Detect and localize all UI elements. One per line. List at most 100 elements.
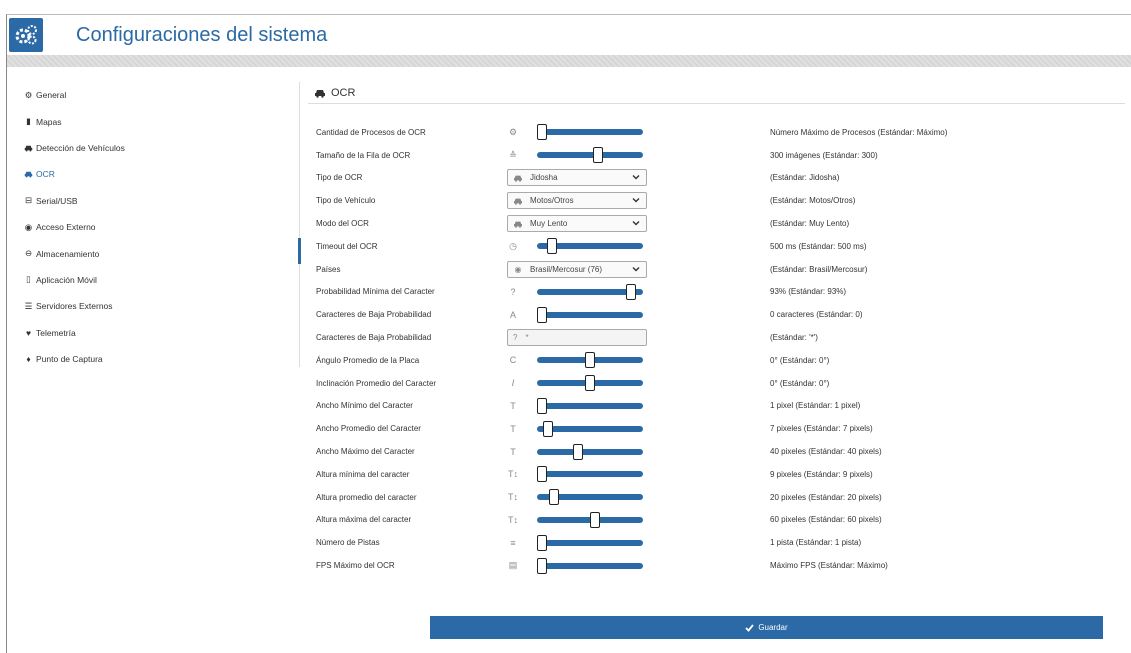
sidebar-item-telemetr-a[interactable]: ♥ Telemetría [24,320,299,346]
setting-row: Países ◉ Brasil/Mercosur (76) (Estándar: Br… [308,258,1125,281]
slider-handle[interactable] [573,443,584,460]
slider-handle[interactable] [546,238,557,255]
sidebar-item-servidores-externos[interactable]: ☰ Servidores Externos [24,293,299,319]
slider-handle[interactable] [548,489,559,506]
sidebar-item-detecci-n-de-veh-culos[interactable]: Detección de Vehículos [24,135,299,161]
setting-label: Timeout del OCR [316,241,378,251]
setting-slider[interactable] [537,283,643,300]
pin-icon: ♦ [26,354,31,365]
gears-logo-icon [9,18,43,52]
slider-track[interactable] [537,425,643,432]
setting-value: (Estándar: '*') [770,333,818,343]
setting-value: (Estándar: Motos/Otros) [770,196,856,206]
slider-track[interactable] [537,539,643,546]
slider-track[interactable] [537,471,643,478]
slider-handle[interactable] [537,534,547,551]
slider-track[interactable] [537,402,643,409]
slider-track[interactable] [537,152,643,159]
setting-row: Número de Pistas ≡ 1 pista (Estándar: 1 pi… [308,531,1125,554]
rotate-icon: C [509,355,517,366]
sidebar-item-aplicaci-n-m-vil[interactable]: ▯ Aplicación Móvil [24,267,299,293]
slider-handle[interactable] [537,397,547,414]
setting-select[interactable]: Motos/Otros [507,192,647,210]
drive-icon: ⊖ [24,248,33,259]
sidebar-item-label: Telemetría [36,327,76,338]
setting-value: 60 pixeles (Estándar: 60 pixels) [770,515,882,525]
slider-handle[interactable] [537,306,547,323]
setting-slider[interactable] [537,557,643,574]
setting-label: Caracteres de Baja Probabilidad [316,333,432,343]
sidebar-item-label: Detección de Vehículos [36,142,125,153]
setting-slider[interactable] [537,352,643,369]
slider-handle[interactable] [585,375,595,392]
sidebar-item-almacenamiento[interactable]: ⊖ Almacenamiento [24,240,299,266]
slider-track[interactable] [537,311,643,318]
slider-handle[interactable] [592,147,603,164]
check-icon [745,623,755,632]
setting-slider[interactable] [537,124,643,141]
slider-handle[interactable] [537,466,547,483]
ocr-settings-panel: OCR Cantidad de Procesos de OCR ⚙ Número M… [308,82,1125,574]
setting-value: (Estándar: Jidosha) [770,173,840,183]
sidebar-item-general[interactable]: ⚙ General [24,82,299,108]
setting-row: Caracteres de Baja Probabilidad A 0 caract… [308,303,1125,326]
setting-value: 40 pixeles (Estándar: 40 pixels) [770,447,882,457]
globe-icon: ◉ [24,221,33,232]
slider-track[interactable] [537,562,643,569]
sidebar-item-mapas[interactable]: ▮ Mapas [24,108,299,134]
setting-slider[interactable] [537,420,643,437]
question-icon: ? [510,286,516,297]
setting-slider[interactable] [537,443,643,460]
save-button[interactable]: Guardar [430,616,1103,639]
slider-handle[interactable] [589,511,600,528]
slider-handle[interactable] [542,420,553,437]
setting-slider[interactable] [537,534,643,551]
font-icon: A [509,309,516,320]
setting-label: Modo del OCR [316,219,369,229]
setting-slider[interactable] [537,375,643,392]
setting-select[interactable]: ◉ Brasil/Mercosur (76) [507,260,647,278]
slider-handle[interactable] [537,557,547,574]
slider-handle[interactable] [626,283,637,300]
setting-slider[interactable] [537,489,643,506]
input-value: * [525,333,529,343]
setting-row: Inclinación Promedio del Caracter I 0° (Es… [308,372,1125,395]
setting-row: Altura promedio del caracter T↕ 20 pixeles… [308,486,1125,509]
slider-track[interactable] [537,129,643,136]
sidebar-item-label: Mapas [36,116,62,127]
setting-row: Modo del OCR Muy Lento (Estándar: Muy Lent… [308,212,1125,235]
setting-row: Tipo de Vehículo Motos/Otros (Estándar: Mo… [308,189,1125,212]
slider-handle[interactable] [537,124,547,141]
slider-handle[interactable] [585,352,595,369]
gears-icon: ⚙ [24,89,33,100]
sidebar-item-serial-usb[interactable]: ⊟ Serial/USB [24,188,299,214]
setting-value: 9 pixeles (Estándar: 9 pixels) [770,469,873,479]
sidebar-item-ocr[interactable]: OCR [24,161,299,187]
setting-label: Ángulo Promedio de la Placa [316,355,420,365]
setting-select[interactable]: Muy Lento [507,215,647,233]
sidebar-item-label: Serial/USB [36,195,78,206]
setting-select[interactable]: Jidosha [507,169,647,187]
sidebar-item-punto-de-captura[interactable]: ♦ Punto de Captura [24,346,299,372]
setting-label: Ancho Máximo del Caracter [316,447,415,457]
section-header: OCR [308,82,1125,104]
setting-slider[interactable] [537,466,643,483]
setting-value: 0 caracteres (Estándar: 0) [770,310,863,320]
setting-slider[interactable] [537,147,643,164]
low-probability-chars-input[interactable]: ? * [507,329,647,347]
slider-track[interactable] [537,448,643,455]
setting-row: Ángulo Promedio de la Placa C 0° (Estándar… [308,349,1125,372]
setting-label: Altura máxima del caracter [316,515,412,525]
gears-icon: ⚙ [508,126,518,137]
setting-row: Caracteres de Baja Probabilidad ? * (Estánd… [308,326,1125,349]
setting-slider[interactable] [537,511,643,528]
sidebar-item-acceso-externo[interactable]: ◉ Acceso Externo [24,214,299,240]
setting-value: Número Máximo de Procesos (Estándar: Máx… [770,127,948,137]
setting-slider[interactable] [537,306,643,323]
setting-slider[interactable] [537,397,643,414]
setting-label: Inclinación Promedio del Caracter [316,378,437,388]
setting-label: Ancho Promedio del Caracter [316,424,421,434]
setting-slider[interactable] [537,238,643,255]
setting-label: Países [316,264,341,274]
setting-label: Tamaño de la Fila de OCR [316,150,411,160]
